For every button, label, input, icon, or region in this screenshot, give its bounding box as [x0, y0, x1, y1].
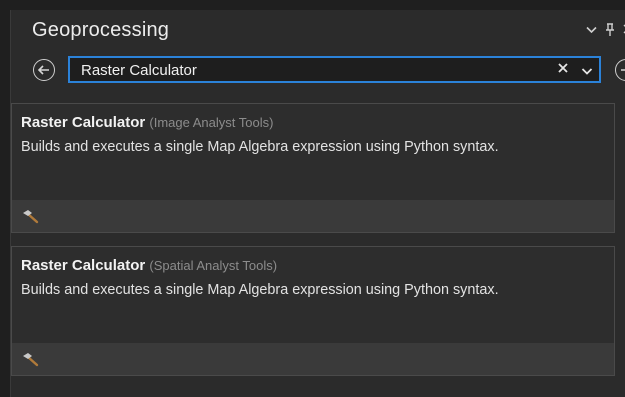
arrow-left-icon: [37, 65, 49, 75]
search-input-value: Raster Calculator: [81, 62, 197, 79]
pin-icon[interactable]: [605, 23, 615, 40]
tool-name[interactable]: Raster Calculator: [21, 257, 145, 274]
chevron-down-icon[interactable]: [581, 63, 593, 81]
result-item[interactable]: Raster Calculator (Image Analyst Tools) …: [11, 103, 615, 233]
hammer-icon: [22, 208, 40, 229]
close-icon[interactable]: [557, 61, 569, 78]
tool-description: Builds and executes a single Map Algebra…: [21, 139, 499, 155]
search-row: Raster Calculator: [11, 56, 625, 88]
pane-title: Geoprocessing: [32, 19, 170, 41]
chevron-down-icon[interactable]: [586, 23, 597, 37]
result-item[interactable]: Raster Calculator (Spatial Analyst Tools…: [11, 246, 615, 376]
result-title: Raster Calculator (Image Analyst Tools): [21, 114, 273, 131]
result-body: Raster Calculator (Spatial Analyst Tools…: [12, 247, 614, 343]
toolbox-name: (Spatial Analyst Tools): [149, 258, 278, 273]
arrow-right-icon: [621, 69, 625, 71]
geoprocessing-pane: Geoprocessing Raster Calculator Raster C…: [10, 10, 625, 397]
tool-description: Builds and executes a single Map Algebra…: [21, 282, 499, 298]
pane-header: Geoprocessing: [11, 10, 625, 50]
back-button[interactable]: [33, 59, 55, 81]
search-input[interactable]: Raster Calculator: [68, 56, 601, 83]
forward-button[interactable]: [615, 59, 625, 81]
toolbox-name: (Image Analyst Tools): [149, 115, 274, 130]
tool-name[interactable]: Raster Calculator: [21, 114, 145, 131]
result-title: Raster Calculator (Spatial Analyst Tools…: [21, 257, 277, 274]
result-body: Raster Calculator (Image Analyst Tools) …: [12, 104, 614, 200]
result-footer: [12, 343, 614, 375]
result-footer: [12, 200, 614, 232]
hammer-icon: [22, 351, 40, 372]
